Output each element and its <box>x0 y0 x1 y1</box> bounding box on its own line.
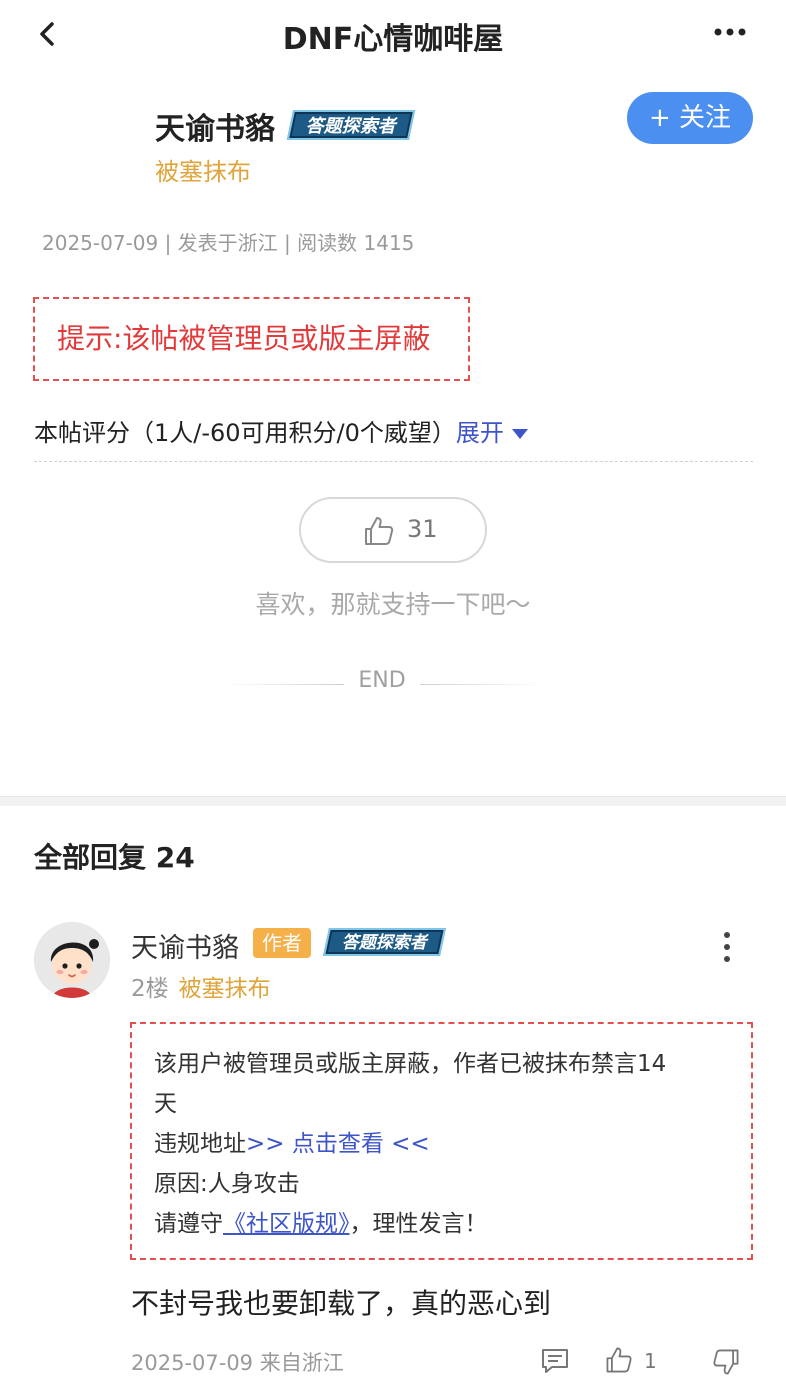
replies-title: 全部回复 24 <box>34 841 195 874</box>
floor-number: 2楼 <box>131 976 169 1002</box>
comment-icon[interactable] <box>540 1346 570 1376</box>
avatar[interactable] <box>34 922 110 998</box>
reply-content: 不封号我也要卸载了，真的恶心到 <box>131 1287 552 1320</box>
rating-expand-link[interactable]: 展开 <box>456 419 504 447</box>
post-blocked-notice: 提示:该帖被管理员或版主屏蔽 <box>33 297 470 381</box>
reply-status-tag: 被塞抹布 <box>178 976 271 1002</box>
thumbs-down-icon[interactable] <box>710 1346 742 1378</box>
rating-text: 本帖评分（1人/-60可用积分/0个威望） <box>34 419 456 447</box>
more-horizontal-icon[interactable] <box>710 22 750 42</box>
post-meta: 2025-07-09 | 发表于浙江 | 阅读数 1415 <box>42 231 415 255</box>
section-separator <box>0 796 786 806</box>
notice-line: 违规地址>> 点击查看 << <box>154 1131 430 1157</box>
thumbs-up-icon[interactable] <box>603 1344 635 1376</box>
reply-like-count: 1 <box>644 1349 657 1373</box>
end-text: END <box>358 668 406 693</box>
page-title: DNF心情咖啡屋 <box>282 22 504 57</box>
reply-floor-line: 2楼 被塞抹布 <box>131 969 271 1003</box>
like-count: 31 <box>407 515 438 543</box>
more-vertical-icon[interactable] <box>718 930 736 964</box>
notice-line: 原因:人身攻击 <box>154 1171 300 1197</box>
caret-down-icon[interactable] <box>511 429 528 439</box>
follow-button[interactable]: + 关注 <box>627 92 753 144</box>
explorer-badge: 答题探索者 <box>323 928 446 956</box>
reply-author-name[interactable]: 天谕书貉 <box>131 926 239 965</box>
post-rating: 本帖评分（1人/-60可用积分/0个威望）展开 <box>34 413 528 448</box>
notice-line: 请遵守《社区版规》，理性发言！ <box>154 1211 488 1237</box>
support-text: 喜欢，那就支持一下吧～ <box>255 590 531 619</box>
like-button[interactable]: 31 <box>299 497 487 563</box>
thumbs-up-icon <box>365 517 394 545</box>
author-status-tag: 被塞抹布 <box>155 158 251 186</box>
post-author-name[interactable]: 天谕书貉 <box>155 104 275 148</box>
end-marker: END <box>222 668 542 700</box>
reply-meta: 2025-07-09 来自浙江 <box>131 1351 344 1375</box>
divider <box>34 461 753 462</box>
author-tag: 作者 <box>253 928 311 958</box>
reply-blocked-notice: 该用户被管理员或版主屏蔽，作者已被抹布禁言14 天 违规地址>> 点击查看 <<… <box>130 1022 753 1260</box>
view-violation-link[interactable]: >> 点击查看 << <box>246 1131 430 1157</box>
avatar-cartoon-icon <box>34 922 110 998</box>
explorer-badge: 答题探索者 <box>286 110 416 140</box>
notice-line: 该用户被管理员或版主屏蔽，作者已被抹布禁言14 <box>154 1051 667 1077</box>
notice-line: 天 <box>154 1091 177 1117</box>
community-rules-link[interactable]: 《社区版规》 <box>223 1211 350 1237</box>
top-nav-bar: DNF心情咖啡屋 <box>0 0 786 72</box>
end-line-right <box>420 684 542 685</box>
